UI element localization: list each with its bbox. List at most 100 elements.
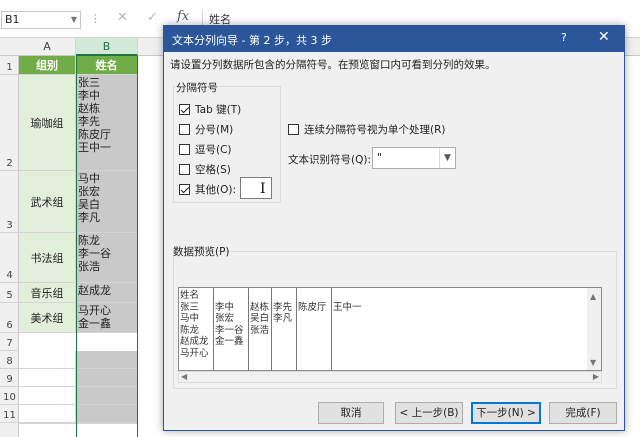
header-cell-group[interactable]: 组别 <box>19 56 76 75</box>
checkbox-box[interactable] <box>179 184 190 195</box>
empty-cell[interactable] <box>76 369 138 387</box>
column-header-b[interactable]: B <box>76 38 138 56</box>
name-line: 金一鑫 <box>78 317 111 330</box>
name-cell[interactable]: 马中 张宏 吴白 李凡 <box>76 171 138 233</box>
finish-button[interactable]: 完成(F) <box>549 402 617 424</box>
name-line: 李一谷 <box>78 247 111 260</box>
treat-consecutive-checkbox[interactable]: 连续分隔符号视为单个处理(R) <box>288 122 446 137</box>
row-header[interactable]: 3 <box>0 171 19 233</box>
name-cell[interactable]: 陈龙 李一谷 张浩 <box>76 233 138 283</box>
row-header[interactable]: 5 <box>0 283 19 303</box>
row-header[interactable]: 4 <box>0 233 19 283</box>
name-line: 张宏 <box>78 185 100 198</box>
checkbox-box[interactable] <box>179 104 190 115</box>
name-line: 陈龙 <box>78 234 100 247</box>
preview-value: 金一鑫 <box>215 336 244 347</box>
empty-cell[interactable] <box>76 405 138 423</box>
other-checkbox[interactable]: 其他(O): <box>179 182 236 197</box>
comma-checkbox-label: 逗号(C) <box>195 144 232 156</box>
empty-cell[interactable] <box>76 351 138 369</box>
group-cell[interactable]: 武术组 <box>19 171 76 233</box>
scroll-up-icon[interactable]: ▲ <box>590 292 596 301</box>
row-header[interactable]: 7 <box>0 333 19 351</box>
help-icon[interactable]: ? <box>561 31 567 44</box>
row-header[interactable]: 6 <box>0 303 19 333</box>
name-cell[interactable]: 张三 李中 赵栋 李先 陈皮厅 王中一 <box>76 75 138 171</box>
group-cell[interactable]: 书法组 <box>19 233 76 283</box>
name-line: 张三 <box>78 76 100 89</box>
tab-checkbox[interactable]: Tab 键(T) <box>179 102 241 117</box>
text-to-columns-dialog: 文本分列向导 - 第 2 步，共 3 步 ? ✕ 请设置分列数据所包含的分隔符号… <box>163 25 625 431</box>
row-header[interactable]: 1 <box>0 56 19 75</box>
empty-cell[interactable] <box>76 387 138 405</box>
preview-value: 吴白 <box>250 313 270 324</box>
preview-value <box>298 290 331 302</box>
insert-function-icon[interactable]: fx <box>177 9 189 24</box>
empty-cell[interactable] <box>19 423 76 424</box>
group-cell[interactable]: 美术组 <box>19 303 76 333</box>
vertical-scrollbar[interactable]: ▲ ▼ <box>587 288 601 370</box>
preview-column: 李中 张宏 李一谷 金一鑫 <box>214 288 249 370</box>
preview-value: 李一谷 <box>215 324 244 336</box>
preview-area[interactable]: 王中一 陈皮厅 李先 李凡 赵栋 吴白 张浩 李中 张宏 李一谷 金一鑫 姓名 张三 马中 陈龙 赵成龙 马开心… <box>178 287 602 371</box>
checkbox-box[interactable] <box>179 124 190 135</box>
scroll-right-icon[interactable]: ▶ <box>593 372 599 381</box>
other-delimiter-input[interactable] <box>240 177 272 199</box>
empty-cell[interactable] <box>19 405 76 423</box>
checkbox-box[interactable] <box>288 124 299 135</box>
name-cell[interactable]: 赵成龙 <box>76 283 138 303</box>
confirm-icon[interactable]: ✓ <box>147 10 158 25</box>
empty-cell[interactable] <box>19 369 76 387</box>
dialog-title-bar[interactable]: 文本分列向导 - 第 2 步，共 3 步 ? ✕ <box>164 26 624 52</box>
empty-cell[interactable] <box>19 351 76 369</box>
chevron-down-icon[interactable]: ▼ <box>439 148 455 168</box>
group-cell[interactable]: 音乐组 <box>19 283 76 303</box>
group-cell[interactable]: 瑜咖组 <box>19 75 76 171</box>
preview-value: 马开心 <box>180 347 209 359</box>
column-header-a[interactable]: A <box>19 38 76 56</box>
back-button[interactable]: < 上一步(B) <box>395 402 463 424</box>
comma-checkbox[interactable]: 逗号(C) <box>179 142 232 157</box>
scroll-down-icon[interactable]: ▼ <box>590 358 596 367</box>
row-header[interactable]: 9 <box>0 369 19 387</box>
name-box[interactable]: B1 ▼ <box>1 11 81 29</box>
scroll-left-icon[interactable]: ◀ <box>181 372 187 381</box>
next-button[interactable]: 下一步(N) > <box>471 402 541 424</box>
other-checkbox-label: 其他(O): <box>195 184 236 196</box>
preview-value <box>273 290 296 302</box>
name-line: 赵成龙 <box>78 284 111 297</box>
row-header[interactable]: 10 <box>0 387 19 405</box>
row-header[interactable]: 11 <box>0 405 19 423</box>
preview-column: 李先 李凡 <box>272 288 297 370</box>
name-cell[interactable]: 马开心 金一鑫 <box>76 303 138 333</box>
cancel-button[interactable]: 取消 <box>318 402 384 424</box>
header-cell-name[interactable]: 姓名 <box>76 56 138 75</box>
horizontal-scrollbar[interactable]: ◀ ▶ <box>178 371 602 383</box>
space-checkbox[interactable]: 空格(S) <box>179 162 231 177</box>
preview-value: 李中 <box>215 301 235 313</box>
text-qualifier-select[interactable]: " ▼ <box>372 147 456 169</box>
row-header[interactable]: 2 <box>0 75 19 171</box>
preview-value: 张浩 <box>250 324 270 336</box>
row-header[interactable]: 8 <box>0 351 19 369</box>
preview-value: 张三 <box>180 301 200 313</box>
preview-label: 数据预览(P) <box>173 246 230 258</box>
preview-value: 陈龙 <box>180 324 200 336</box>
empty-cell[interactable] <box>76 423 138 424</box>
text-cursor-icon: I <box>260 181 266 197</box>
empty-cell[interactable] <box>19 387 76 405</box>
preview-column: 赵栋 吴白 张浩 <box>249 288 272 370</box>
checkbox-box[interactable] <box>179 164 190 175</box>
name-line: 王中一 <box>78 141 111 154</box>
cancel-icon[interactable]: ✕ <box>117 10 128 25</box>
checkbox-box[interactable] <box>179 144 190 155</box>
semicolon-checkbox[interactable]: 分号(M) <box>179 122 233 137</box>
name-line: 张浩 <box>78 260 100 273</box>
preview-value: 赵成龙 <box>180 336 209 347</box>
chevron-down-icon[interactable]: ▼ <box>71 12 77 28</box>
name-line: 马开心 <box>78 304 111 317</box>
close-icon[interactable]: ✕ <box>598 29 610 45</box>
name-line: 陈皮厅 <box>78 128 111 141</box>
name-line: 李中 <box>78 89 100 102</box>
preview-value: 张宏 <box>215 313 235 324</box>
